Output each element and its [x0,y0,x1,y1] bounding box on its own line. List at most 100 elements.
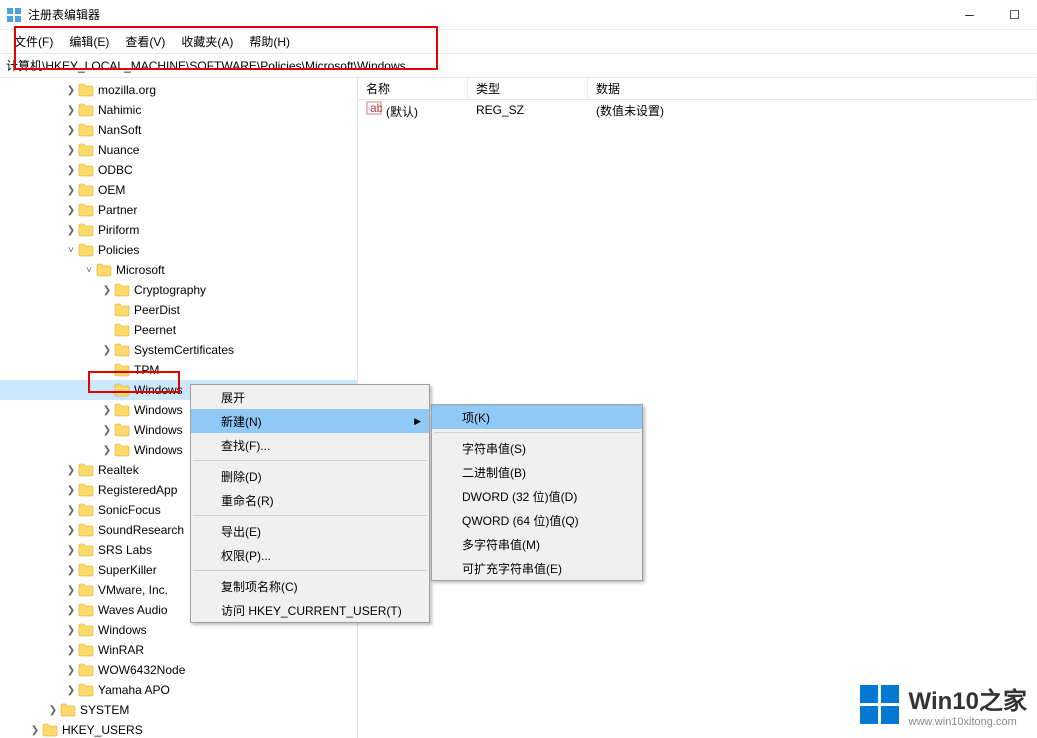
tree-item-cryptography[interactable]: ❯Cryptography [0,280,357,300]
tree-expander-icon[interactable]: ❯ [64,185,78,196]
minimize-button[interactable]: ─ [947,0,992,30]
cm-expand[interactable]: 展开 [191,385,429,409]
tree-item-odbc[interactable]: ❯ODBC [0,160,357,180]
folder-icon [78,143,94,157]
tree-expander-icon[interactable]: ❯ [64,465,78,476]
tree-expander-icon[interactable]: ❯ [46,705,60,716]
tree-expander-icon[interactable]: ❯ [100,285,114,296]
cm-find[interactable]: 查找(F)... [191,433,429,457]
folder-icon [78,183,94,197]
folder-icon [114,303,130,317]
folder-icon [114,423,130,437]
tree-expander-icon[interactable]: ❯ [100,445,114,456]
sm-multi[interactable]: 多字符串值(M) [432,532,642,556]
tree-item-mozilla-org[interactable]: ❯ mozilla.org [0,80,357,100]
tree-item-system[interactable]: ❯SYSTEM [0,700,357,720]
folder-icon [78,643,94,657]
tree-expander-icon[interactable]: ❯ [64,625,78,636]
tree-expander-icon[interactable]: ❯ [64,125,78,136]
cm-rename[interactable]: 重命名(R) [191,488,429,512]
tree-item-label: SRS Labs [98,543,152,557]
tree-item-peerdist[interactable]: PeerDist [0,300,357,320]
tree-expander-icon[interactable]: ❯ [64,105,78,116]
tree-expander-icon[interactable]: ❯ [64,525,78,536]
menu-edit[interactable]: 编辑(E) [61,30,117,53]
cm-new[interactable]: 新建(N)▶ [191,409,429,433]
tree-item-peernet[interactable]: Peernet [0,320,357,340]
sm-qword-label: QWORD (64 位)值(Q) [462,512,579,529]
col-type[interactable]: 类型 [468,78,588,99]
tree-item-nuance[interactable]: ❯Nuance [0,140,357,160]
tree-item-policies[interactable]: ˅Policies [0,240,357,260]
cm-goto-hkcu[interactable]: 访问 HKEY_CURRENT_USER(T) [191,598,429,622]
tree-expander-icon[interactable]: ❯ [100,405,114,416]
folder-icon [78,503,94,517]
tree-expander-icon[interactable]: ❯ [64,645,78,656]
sm-dword[interactable]: DWORD (32 位)值(D) [432,484,642,508]
tree-item-oem[interactable]: ❯OEM [0,180,357,200]
tree-expander-icon[interactable]: ❯ [64,165,78,176]
tree-item-partner[interactable]: ❯Partner [0,200,357,220]
tree-expander-icon[interactable]: ❯ [64,685,78,696]
tree-item-microsoft[interactable]: ˅Microsoft [0,260,357,280]
tree-expander-icon[interactable]: ❯ [64,665,78,676]
cm-permissions[interactable]: 权限(P)... [191,543,429,567]
cm-delete[interactable]: 删除(D) [191,464,429,488]
tree-expander-icon[interactable]: ❯ [64,205,78,216]
tree-expander-icon[interactable]: ❯ [64,485,78,496]
folder-icon [78,543,94,557]
cm-separator [193,515,427,516]
tree-item-winrar[interactable]: ❯ WinRAR [0,640,357,660]
tree-expander-icon[interactable]: ❯ [64,225,78,236]
tree-expander-icon[interactable]: ❯ [64,565,78,576]
menu-help[interactable]: 帮助(H) [241,30,298,53]
tree-expander-icon[interactable]: ❯ [64,85,78,96]
menu-view[interactable]: 查看(V) [117,30,173,53]
sm-expand[interactable]: 可扩充字符串值(E) [432,556,642,580]
tree-item-wow6432node[interactable]: ❯WOW6432Node [0,660,357,680]
col-name[interactable]: 名称 [358,78,468,99]
list-row[interactable]: ab(默认)REG_SZ(数值未设置) [358,100,1037,120]
tree-expander-icon[interactable]: ❯ [64,505,78,516]
tree-item-hkey-users[interactable]: ❯HKEY_USERS [0,720,357,738]
tree-expander-icon[interactable]: ❯ [64,585,78,596]
tree-item-piriform[interactable]: ❯Piriform [0,220,357,240]
sm-qword[interactable]: QWORD (64 位)值(Q) [432,508,642,532]
tree-expander-icon[interactable]: ❯ [100,425,114,436]
cm-separator [193,570,427,571]
sm-binary[interactable]: 二进制值(B) [432,460,642,484]
cm-separator [434,432,640,433]
cm-copykey[interactable]: 复制项名称(C) [191,574,429,598]
tree-item-nansoft[interactable]: ❯NanSoft [0,120,357,140]
tree-item-windows[interactable]: ❯Windows [0,620,357,640]
tree-item-label: WinRAR [98,643,144,657]
sm-key[interactable]: 项(K) [432,405,642,429]
cm-export[interactable]: 导出(E) [191,519,429,543]
addressbar[interactable]: 计算机\HKEY_LOCAL_MACHINE\SOFTWARE\Policies… [0,54,1037,78]
tree-expander-icon[interactable]: ❯ [28,725,42,736]
tree-expander-icon[interactable]: ❯ [64,605,78,616]
col-data[interactable]: 数据 [588,78,1037,99]
tree-item-nahimic[interactable]: ❯ Nahimic [0,100,357,120]
tree-item-label: RegisteredApp [98,483,177,497]
tree-expander-icon[interactable]: ❯ [64,145,78,156]
tree-item-label: SoundResearch [98,523,184,537]
tree-item-label: SonicFocus [98,503,161,517]
folder-icon [78,103,94,117]
tree-expander-icon[interactable]: ˅ [82,265,96,276]
menu-favorites[interactable]: 收藏夹(A) [173,30,241,53]
maximize-button[interactable]: ☐ [992,0,1037,30]
tree-expander-icon[interactable]: ❯ [100,345,114,356]
tree-item-systemcertificates[interactable]: ❯SystemCertificates [0,340,357,360]
sm-multi-label: 多字符串值(M) [462,536,540,553]
tree-item-label: mozilla.org [98,83,156,97]
menu-file[interactable]: 文件(F) [6,30,61,53]
folder-icon [78,603,94,617]
tree-item-tpm[interactable]: TPM [0,360,357,380]
tree-expander-icon[interactable]: ❯ [64,545,78,556]
tree-item-yamaha-apo[interactable]: ❯ Yamaha APO [0,680,357,700]
sm-string[interactable]: 字符串值(S) [432,436,642,460]
tree-item-label: Nahimic [98,103,141,117]
tree-item-label: Yamaha APO [98,683,170,697]
tree-expander-icon[interactable]: ˅ [64,245,78,256]
